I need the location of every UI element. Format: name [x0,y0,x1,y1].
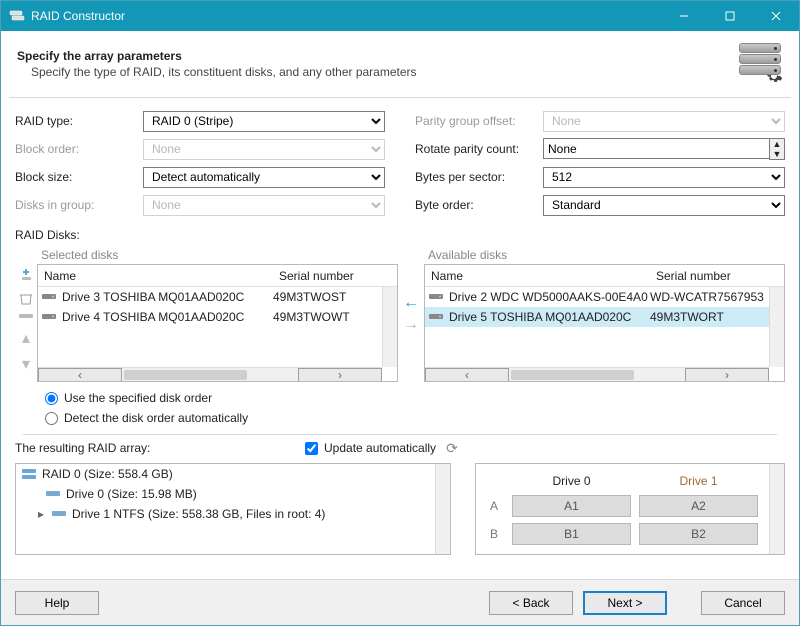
selected-disks-grid[interactable]: Name Serial number Drive 3 TOSHIBA MQ01A… [37,264,398,382]
col-serial[interactable]: Serial number [650,269,784,283]
raid-icon [22,468,38,480]
rotate-parity-label: Rotate parity count: [415,142,543,156]
close-button[interactable] [753,1,799,31]
raid-constructor-window: RAID Constructor Specify the array param… [0,0,800,626]
raid-type-select[interactable]: RAID 0 (Stripe) [143,111,385,132]
titlebar: RAID Constructor [1,1,799,31]
move-right-icon[interactable]: → [403,316,419,334]
tree-item[interactable]: ▸ Drive 1 NTFS (Size: 558.38 GB, Files i… [16,504,450,524]
maximize-button[interactable] [707,1,753,31]
drive-map: Drive 0 Drive 1 A A1 A2 B B1 B2 [475,463,785,555]
result-tree[interactable]: RAID 0 (Size: 558.4 GB) Drive 0 (Size: 1… [15,463,451,555]
minimize-button[interactable] [661,1,707,31]
header-raid-icon [737,41,783,87]
vertical-scrollbar[interactable] [769,464,784,554]
wizard-footer: Help < Back Next > Cancel [1,579,799,625]
selected-disk-row[interactable]: Drive 4 TOSHIBA MQ01AAD020C 49M3TWOWT [38,307,397,327]
available-disk-row[interactable]: Drive 5 TOSHIBA MQ01AAD020C 49M3TWORT [425,307,784,327]
selected-disk-row[interactable]: Drive 3 TOSHIBA MQ01AAD020C 49M3TWOST [38,287,397,307]
col-name[interactable]: Name [425,269,650,283]
disk-placeholder-icon[interactable] [18,312,34,322]
horizontal-scrollbar[interactable]: ‹› [425,367,769,381]
refresh-icon[interactable]: ⟳ [446,440,458,457]
remove-disk-icon[interactable] [18,290,34,306]
page-title: Specify the array parameters [17,49,737,63]
cancel-button[interactable]: Cancel [701,591,785,615]
move-up-icon[interactable]: ▴ [22,328,30,348]
volume-icon [46,489,62,499]
disks-in-group-select: None [143,195,385,216]
app-icon [9,8,25,24]
col-name[interactable]: Name [38,269,273,283]
expand-icon[interactable]: ▸ [38,507,48,521]
volume-icon [52,509,68,519]
move-left-icon[interactable]: ← [403,294,419,312]
drive-map-cell[interactable]: A1 [512,495,631,517]
selected-disks-title: Selected disks [37,246,398,264]
block-order-select: None [143,139,385,160]
page-header: Specify the array parameters Specify the… [1,31,799,97]
divider [23,434,777,435]
drive-map-cell[interactable]: A2 [639,495,758,517]
selected-disks-toolbar: ▴ ▾ [15,246,37,374]
parity-offset-label: Parity group offset: [415,114,543,128]
drive-map-cell[interactable]: B2 [639,523,758,545]
page-subtitle: Specify the type of RAID, its constituen… [17,65,737,79]
move-down-icon[interactable]: ▾ [22,354,30,374]
window-title: RAID Constructor [31,9,661,23]
block-order-label: Block order: [15,142,143,156]
tree-root[interactable]: RAID 0 (Size: 558.4 GB) [16,464,450,484]
radio-auto-order[interactable]: Detect the disk order automatically [45,408,785,428]
vertical-scrollbar[interactable] [382,287,397,367]
bytes-per-sector-select[interactable]: 512 [543,167,785,188]
rotate-parity-stepper[interactable]: ▲▼ [769,138,785,160]
horizontal-scrollbar[interactable]: ‹› [38,367,382,381]
drive-map-row-label: A [480,499,508,513]
drive-map-cell[interactable]: B1 [512,523,631,545]
hdd-icon [429,292,445,302]
radio-specified-order[interactable]: Use the specified disk order [45,388,785,408]
hdd-icon [42,312,58,322]
add-disk-icon[interactable] [18,268,34,284]
tree-item[interactable]: Drive 0 (Size: 15.98 MB) [16,484,450,504]
byte-order-select[interactable]: Standard [543,195,785,216]
parity-offset-select: None [543,111,785,132]
col-serial[interactable]: Serial number [273,269,397,283]
back-button[interactable]: < Back [489,591,573,615]
result-label: The resulting RAID array: [15,441,305,455]
next-button[interactable]: Next > [583,591,667,615]
drive-map-col0: Drive 0 [508,470,635,492]
available-disks-grid[interactable]: Name Serial number Drive 2 WDC WD5000AAK… [424,264,785,382]
hdd-icon [42,292,58,302]
help-button[interactable]: Help [15,591,99,615]
available-disks-title: Available disks [424,246,785,264]
disks-in-group-label: Disks in group: [15,198,143,212]
vertical-scrollbar[interactable] [769,287,784,367]
move-arrows: ← → [398,246,424,334]
available-disk-row[interactable]: Drive 2 WDC WD5000AAKS-00E4A0 WD-WCATR75… [425,287,784,307]
rotate-parity-input[interactable] [543,138,769,159]
vertical-scrollbar[interactable] [435,464,450,554]
block-size-label: Block size: [15,170,143,184]
update-auto-checkbox[interactable]: Update automatically [305,441,436,455]
raid-disks-label: RAID Disks: [15,228,785,242]
parameters-section: RAID type: RAID 0 (Stripe) Block order: … [15,108,785,220]
drive-map-col1: Drive 1 [635,470,762,492]
block-size-select[interactable]: Detect automatically [143,167,385,188]
result-section: The resulting RAID array: Update automat… [15,437,785,555]
hdd-icon [429,312,445,322]
raid-disks-section: RAID Disks: ▴ ▾ Selected disks Name Seri… [15,228,785,434]
raid-type-label: RAID type: [15,114,143,128]
bytes-per-sector-label: Bytes per sector: [415,170,543,184]
drive-map-row-label: B [480,527,508,541]
byte-order-label: Byte order: [415,198,543,212]
disk-order-radios: Use the specified disk order Detect the … [45,388,785,428]
